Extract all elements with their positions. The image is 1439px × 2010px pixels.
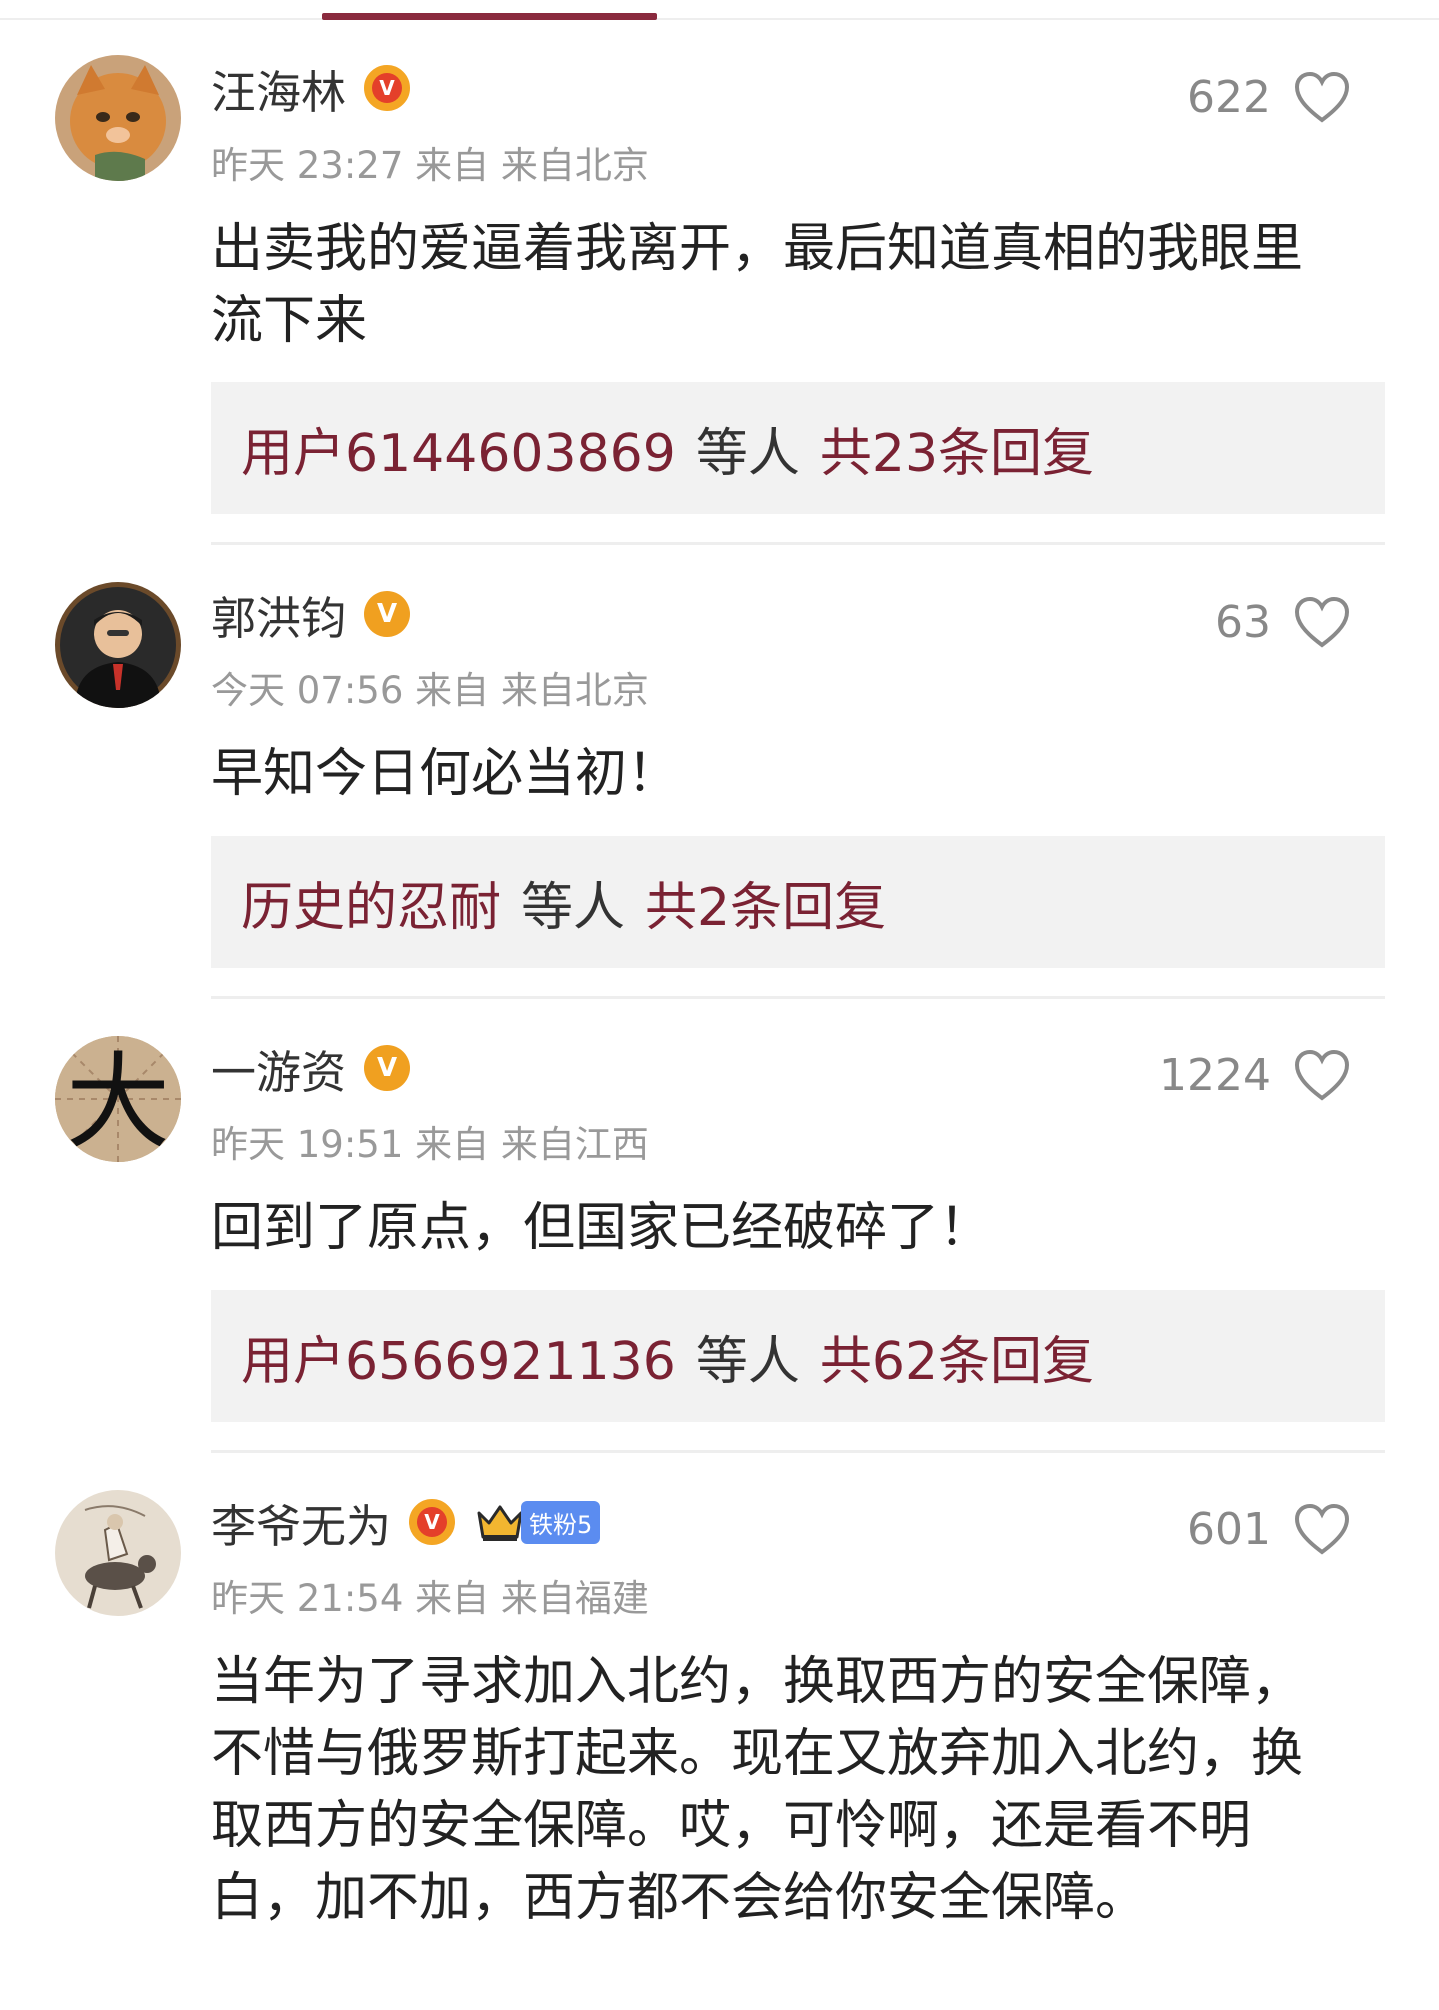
avatar-glyph: 大 (66, 1041, 170, 1162)
like-count: 63 (1215, 596, 1271, 648)
verified-badge-icon: V (364, 591, 411, 637)
like-control[interactable]: 63 (1215, 595, 1439, 649)
reply-summary[interactable]: 用户6144603869 等人 共23条回复 (211, 382, 1385, 514)
comment-text: 早知今日何必当初！ (211, 744, 680, 804)
avatar[interactable] (55, 582, 181, 708)
like-count: 1224 (1159, 1049, 1271, 1101)
comment-text: 出卖我的爱逼着我离开，最后知道真相的我眼里流下来 (211, 219, 1304, 351)
like-control[interactable]: 1224 (1159, 1048, 1439, 1102)
user-name[interactable]: 李爷无为 (211, 1490, 391, 1555)
user-name-row: 李爷无为 V 铁粉5 (211, 1490, 601, 1555)
reply-total[interactable]: 共62条回复 (820, 1319, 1094, 1394)
verified-badge-icon: V (409, 1499, 456, 1545)
like-count: 601 (1187, 1503, 1271, 1555)
comment-meta: 昨天 23:27 来自 来自北京 (211, 144, 649, 187)
reply-total[interactable]: 共2条回复 (645, 865, 886, 940)
user-name-row: 汪海林 V (211, 56, 411, 121)
comment-meta: 昨天 21:54 来自 来自福建 (211, 1577, 649, 1620)
comment-text: 当年为了寻求加入北约，换取西方的安全保障，不惜与俄罗斯打起来。现在又放弃加入北约… (211, 1652, 1304, 1928)
user-name[interactable]: 一游资 (211, 1036, 346, 1101)
comment-divider (211, 1450, 1385, 1453)
reply-summary[interactable]: 用户6566921136 等人 共62条回复 (211, 1290, 1385, 1422)
verified-badge-icon: V (364, 65, 411, 111)
fan-badge[interactable]: 铁粉5 (475, 1500, 601, 1544)
reply-user[interactable]: 历史的忍耐 (241, 865, 501, 940)
reply-summary[interactable]: 历史的忍耐 等人 共2条回复 (211, 836, 1385, 968)
comment-text: 回到了原点，但国家已经破碎了！ (211, 1198, 992, 1258)
reply-mid: 等人 (695, 423, 800, 484)
reply-mid: 等人 (521, 877, 626, 938)
reply-user[interactable]: 用户6144603869 (241, 411, 676, 486)
reply-mid: 等人 (695, 1331, 800, 1392)
heart-icon[interactable] (1293, 595, 1351, 649)
heart-icon[interactable] (1293, 1048, 1351, 1102)
comment-divider (211, 542, 1385, 545)
comment-divider (211, 996, 1385, 999)
user-name[interactable]: 郭洪钧 (211, 582, 346, 647)
user-name-row: 一游资 V (211, 1036, 411, 1101)
like-control[interactable]: 622 (1187, 70, 1439, 124)
like-count: 622 (1187, 71, 1271, 123)
comment-meta: 今天 07:56 来自 来自北京 (211, 669, 649, 712)
crown-icon (477, 1505, 523, 1541)
heart-icon[interactable] (1293, 70, 1351, 124)
avatar[interactable] (55, 1490, 181, 1616)
avatar[interactable] (55, 55, 181, 181)
user-name-row: 郭洪钧 V (211, 582, 411, 647)
heart-icon[interactable] (1293, 1502, 1351, 1556)
active-tab-indicator (322, 13, 657, 20)
avatar[interactable]: 大 (55, 1036, 181, 1162)
top-divider (0, 18, 1439, 20)
verified-badge-icon: V (364, 1045, 411, 1091)
comment-meta: 昨天 19:51 来自 来自江西 (211, 1123, 649, 1166)
reply-user[interactable]: 用户6566921136 (241, 1319, 676, 1394)
fan-level-label: 铁粉5 (521, 1500, 601, 1544)
like-control[interactable]: 601 (1187, 1502, 1439, 1556)
reply-total[interactable]: 共23条回复 (820, 411, 1094, 486)
user-name[interactable]: 汪海林 (211, 56, 346, 121)
